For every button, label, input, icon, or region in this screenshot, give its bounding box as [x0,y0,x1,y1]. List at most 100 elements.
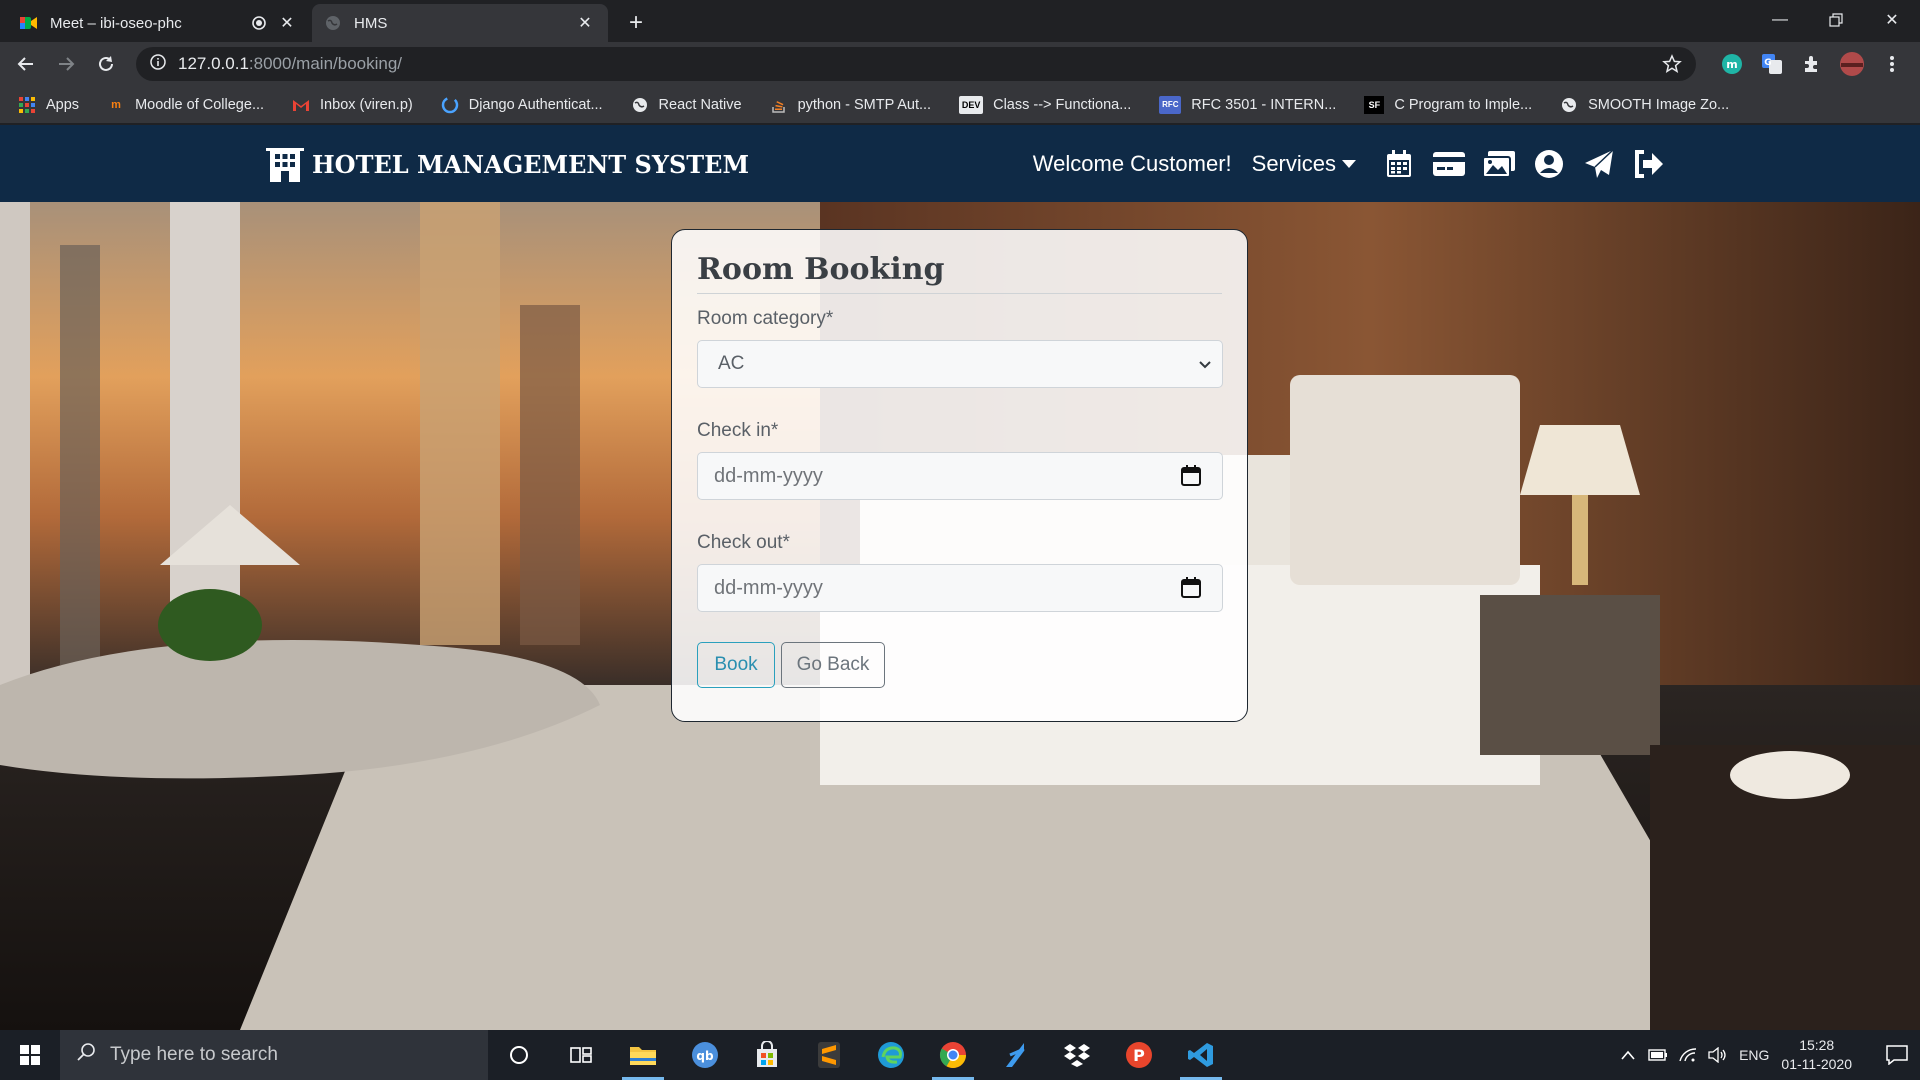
file-explorer-icon[interactable] [612,1030,674,1080]
credit-card-icon[interactable] [1431,146,1467,182]
close-tab-icon[interactable]: ✕ [276,12,298,34]
bookmark-label: React Native [658,96,742,113]
chrome-icon[interactable] [922,1030,984,1080]
svg-text:G: G [1764,58,1771,68]
system-tray: ENG 15:28 01-11-2020 [1613,1030,1920,1080]
apps-grid-icon [18,96,36,114]
services-label: Services [1251,151,1336,176]
room-booking-card: Room Booking Room category* AC Check in*… [671,229,1248,722]
bookmark-inbox[interactable]: Inbox (viren.p) [292,96,413,114]
google-meet-icon [20,14,38,32]
navbar-menu: Welcome Customer! Services [1033,143,1674,185]
svg-text:qb: qb [696,1049,714,1063]
extension-m-icon[interactable]: m [1718,50,1746,78]
close-tab-icon[interactable]: ✕ [574,12,596,34]
bookmark-react-native[interactable]: React Native [631,96,742,114]
bookmark-rfc[interactable]: RFC RFC 3501 - INTERN... [1159,95,1336,114]
visual-studio-icon[interactable] [984,1030,1046,1080]
bookmark-moodle[interactable]: m Moodle of College... [107,96,264,114]
restore-icon[interactable] [1808,0,1864,40]
bookmark-label: python - SMTP Aut... [797,96,932,113]
check-in-label: Check in* [697,420,779,441]
profile-avatar[interactable] [1838,50,1866,78]
google-translate-icon[interactable]: G [1758,50,1786,78]
dev-icon: DEV [959,95,984,114]
url-host: 127.0.0.1 [178,54,249,73]
welcome-text: Welcome Customer! [1032,151,1232,176]
bookmark-label: SMOOTH Image Zo... [1588,96,1730,113]
qbittorrent-icon[interactable]: qb [674,1030,736,1080]
bookmark-smooth-image[interactable]: SMOOTH Image Zo... [1560,96,1729,114]
extensions-puzzle-icon[interactable] [1798,50,1826,78]
check-out-date-input[interactable]: dd-mm-yyyy [697,564,1223,612]
postman-icon[interactable]: P [1108,1030,1170,1080]
volume-icon[interactable] [1703,1047,1733,1063]
address-bar[interactable]: 127.0.0.1 :8000/main/booking/ [136,47,1696,81]
cortana-icon[interactable] [488,1030,550,1080]
back-icon[interactable] [8,46,44,82]
task-view-icon[interactable] [550,1030,612,1080]
tab-hms[interactable]: HMS ✕ [312,4,608,42]
room-category-select[interactable]: AC [697,340,1223,388]
rfc-icon: RFC [1159,95,1182,114]
gmail-icon [292,96,310,114]
check-in-placeholder: dd-mm-yyyy [714,464,823,487]
vscode-icon[interactable] [1170,1030,1232,1080]
bookmark-label: Class --> Functiona... [993,96,1132,113]
calendar-icon[interactable] [1381,146,1417,182]
windows-start-icon[interactable] [0,1030,60,1080]
media-playing-icon[interactable] [248,12,270,34]
bookmark-c-program[interactable]: SF C Program to Imple... [1364,95,1533,114]
check-in-date-input[interactable]: dd-mm-yyyy [697,452,1223,500]
window-controls: — ✕ [1752,0,1920,40]
brand[interactable]: HOTEL MANAGEMENT SYSTEM [266,146,749,182]
tab-meet[interactable]: Meet – ibi-oseo-phc ✕ [8,4,310,42]
room-category-value: AC [718,353,745,374]
send-icon[interactable] [1581,146,1617,182]
dropbox-icon[interactable] [1046,1030,1108,1080]
new-tab-button[interactable]: + [622,9,650,37]
close-window-icon[interactable]: ✕ [1864,0,1920,40]
services-dropdown[interactable]: Services [1252,151,1356,177]
globe-icon [1560,96,1578,114]
site-navbar: HOTEL MANAGEMENT SYSTEM Welcome Customer… [0,125,1920,202]
site-info-icon[interactable] [150,53,166,75]
clock-date: 01-11-2020 [1781,1056,1852,1072]
django-icon [441,96,459,114]
go-back-button[interactable]: Go Back [781,642,885,688]
sublime-icon[interactable] [798,1030,860,1080]
moodle-icon: m [111,98,121,111]
svg-text:P: P [1133,1046,1145,1065]
language-indicator[interactable]: ENG [1739,1047,1769,1063]
battery-icon[interactable] [1643,1049,1673,1061]
edge-icon[interactable] [860,1030,922,1080]
extension-icons: m G [1718,42,1906,86]
forward-icon[interactable] [48,46,84,82]
calendar-picker-icon[interactable] [1180,577,1202,599]
bookmark-label: C Program to Imple... [1394,96,1533,113]
check-out-label: Check out* [697,532,790,553]
calendar-picker-icon[interactable] [1180,465,1202,487]
sign-out-icon[interactable] [1631,146,1667,182]
browser-tab-strip: Meet – ibi-oseo-phc ✕ HMS ✕ + — ✕ [0,0,1920,42]
minimize-icon[interactable]: — [1752,0,1808,40]
gallery-icon[interactable] [1481,146,1517,182]
store-icon[interactable] [736,1030,798,1080]
bookmark-label: Django Authenticat... [468,96,603,113]
bookmark-class-functional[interactable]: DEV Class --> Functiona... [959,95,1132,114]
bookmark-django[interactable]: Django Authenticat... [441,96,603,114]
clock[interactable]: 15:28 01-11-2020 [1781,1036,1852,1074]
reload-icon[interactable] [88,46,124,82]
bookmark-python-smtp[interactable]: python - SMTP Aut... [770,96,932,114]
chrome-menu-icon[interactable] [1878,50,1906,78]
stackoverflow-icon [770,96,788,114]
book-button[interactable]: Book [697,642,775,688]
wifi-icon[interactable] [1673,1048,1703,1062]
chevron-up-icon[interactable] [1613,1050,1643,1060]
bookmark-apps[interactable]: Apps [18,96,79,114]
caret-down-icon [1342,160,1356,168]
user-circle-icon[interactable] [1531,146,1567,182]
notification-icon[interactable] [1874,1045,1920,1065]
bookmark-star-icon[interactable] [1662,54,1682,79]
taskbar-search-input[interactable]: Type here to search [60,1030,488,1080]
